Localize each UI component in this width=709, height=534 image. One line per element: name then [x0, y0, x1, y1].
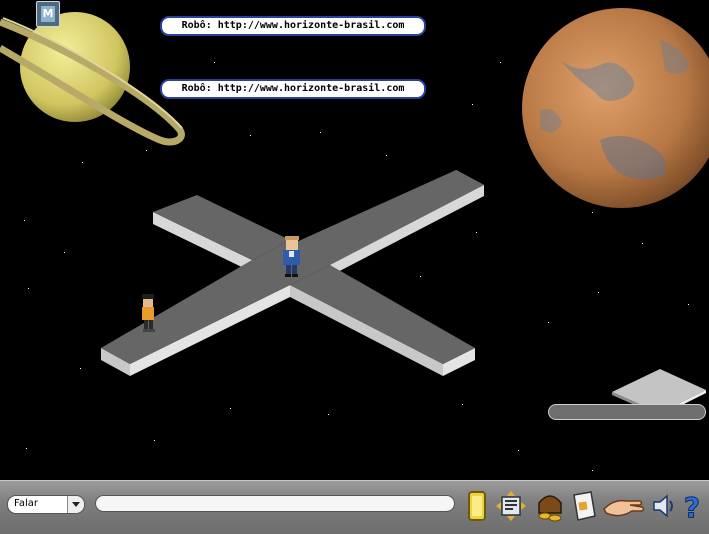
room-moderator-badge[interactable]: M: [36, 1, 60, 27]
chat-mode-select[interactable]: Falar: [7, 495, 85, 514]
room-viewport[interactable]: M Robô: http://www.horizonte-brasil.com …: [0, 0, 709, 480]
chat-bubble[interactable]: Robô: http://www.horizonte-brasil.com: [160, 16, 426, 36]
saturn-planet: [0, 12, 185, 146]
hand-icon[interactable]: [602, 489, 644, 523]
inventory-icon[interactable]: [569, 489, 599, 523]
chat-bubble-speaker: Robô:: [181, 83, 212, 94]
chat-input[interactable]: [95, 495, 455, 512]
chat-mode-value: Falar: [14, 498, 38, 509]
bottom-toolbar: Falar ?: [0, 480, 709, 534]
catalog-icon[interactable]: [494, 489, 528, 523]
svg-text:?: ?: [684, 491, 700, 523]
help-icon[interactable]: ?: [678, 489, 706, 524]
chat-bubble[interactable]: Robô: http://www.horizonte-brasil.com: [160, 79, 426, 99]
loading-bar: [548, 404, 706, 420]
chat-bubble-message: http://www.horizonte-brasil.com: [217, 83, 405, 94]
room-badge-icon: M: [41, 6, 55, 22]
mars-planet: [522, 8, 709, 208]
chevron-down-icon[interactable]: [67, 496, 84, 513]
sound-icon[interactable]: [651, 489, 677, 523]
chat-bubble-message: http://www.horizonte-brasil.com: [217, 20, 405, 31]
purse-icon[interactable]: [535, 489, 565, 523]
navigator-icon[interactable]: [464, 489, 494, 523]
chat-bubble-speaker: Robô:: [181, 20, 212, 31]
